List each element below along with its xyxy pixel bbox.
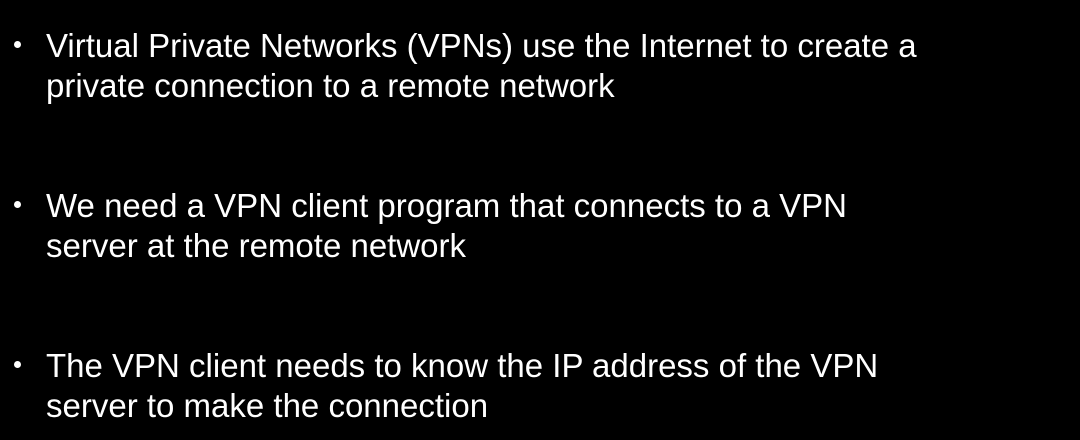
bullet-line: The VPN client needs to know the IP addr… [46,347,879,384]
bullet-icon [14,41,21,48]
bullet-line: Virtual Private Networks (VPNs) use the … [46,27,917,64]
slide: Virtual Private Networks (VPNs) use the … [0,0,1080,440]
bullet-line: server at the remote network [46,227,467,264]
bullet-text: The VPN client needs to know the IP addr… [46,346,1066,426]
bullet-line: private connection to a remote network [46,67,615,104]
bullet-icon [14,201,21,208]
bullet-text: We need a VPN client program that connec… [46,186,1066,266]
bullet-line: We need a VPN client program that connec… [46,187,847,224]
bullet-line: server to make the connection [46,387,489,424]
bullet-text: Virtual Private Networks (VPNs) use the … [46,26,1066,106]
bullet-icon [14,361,21,368]
